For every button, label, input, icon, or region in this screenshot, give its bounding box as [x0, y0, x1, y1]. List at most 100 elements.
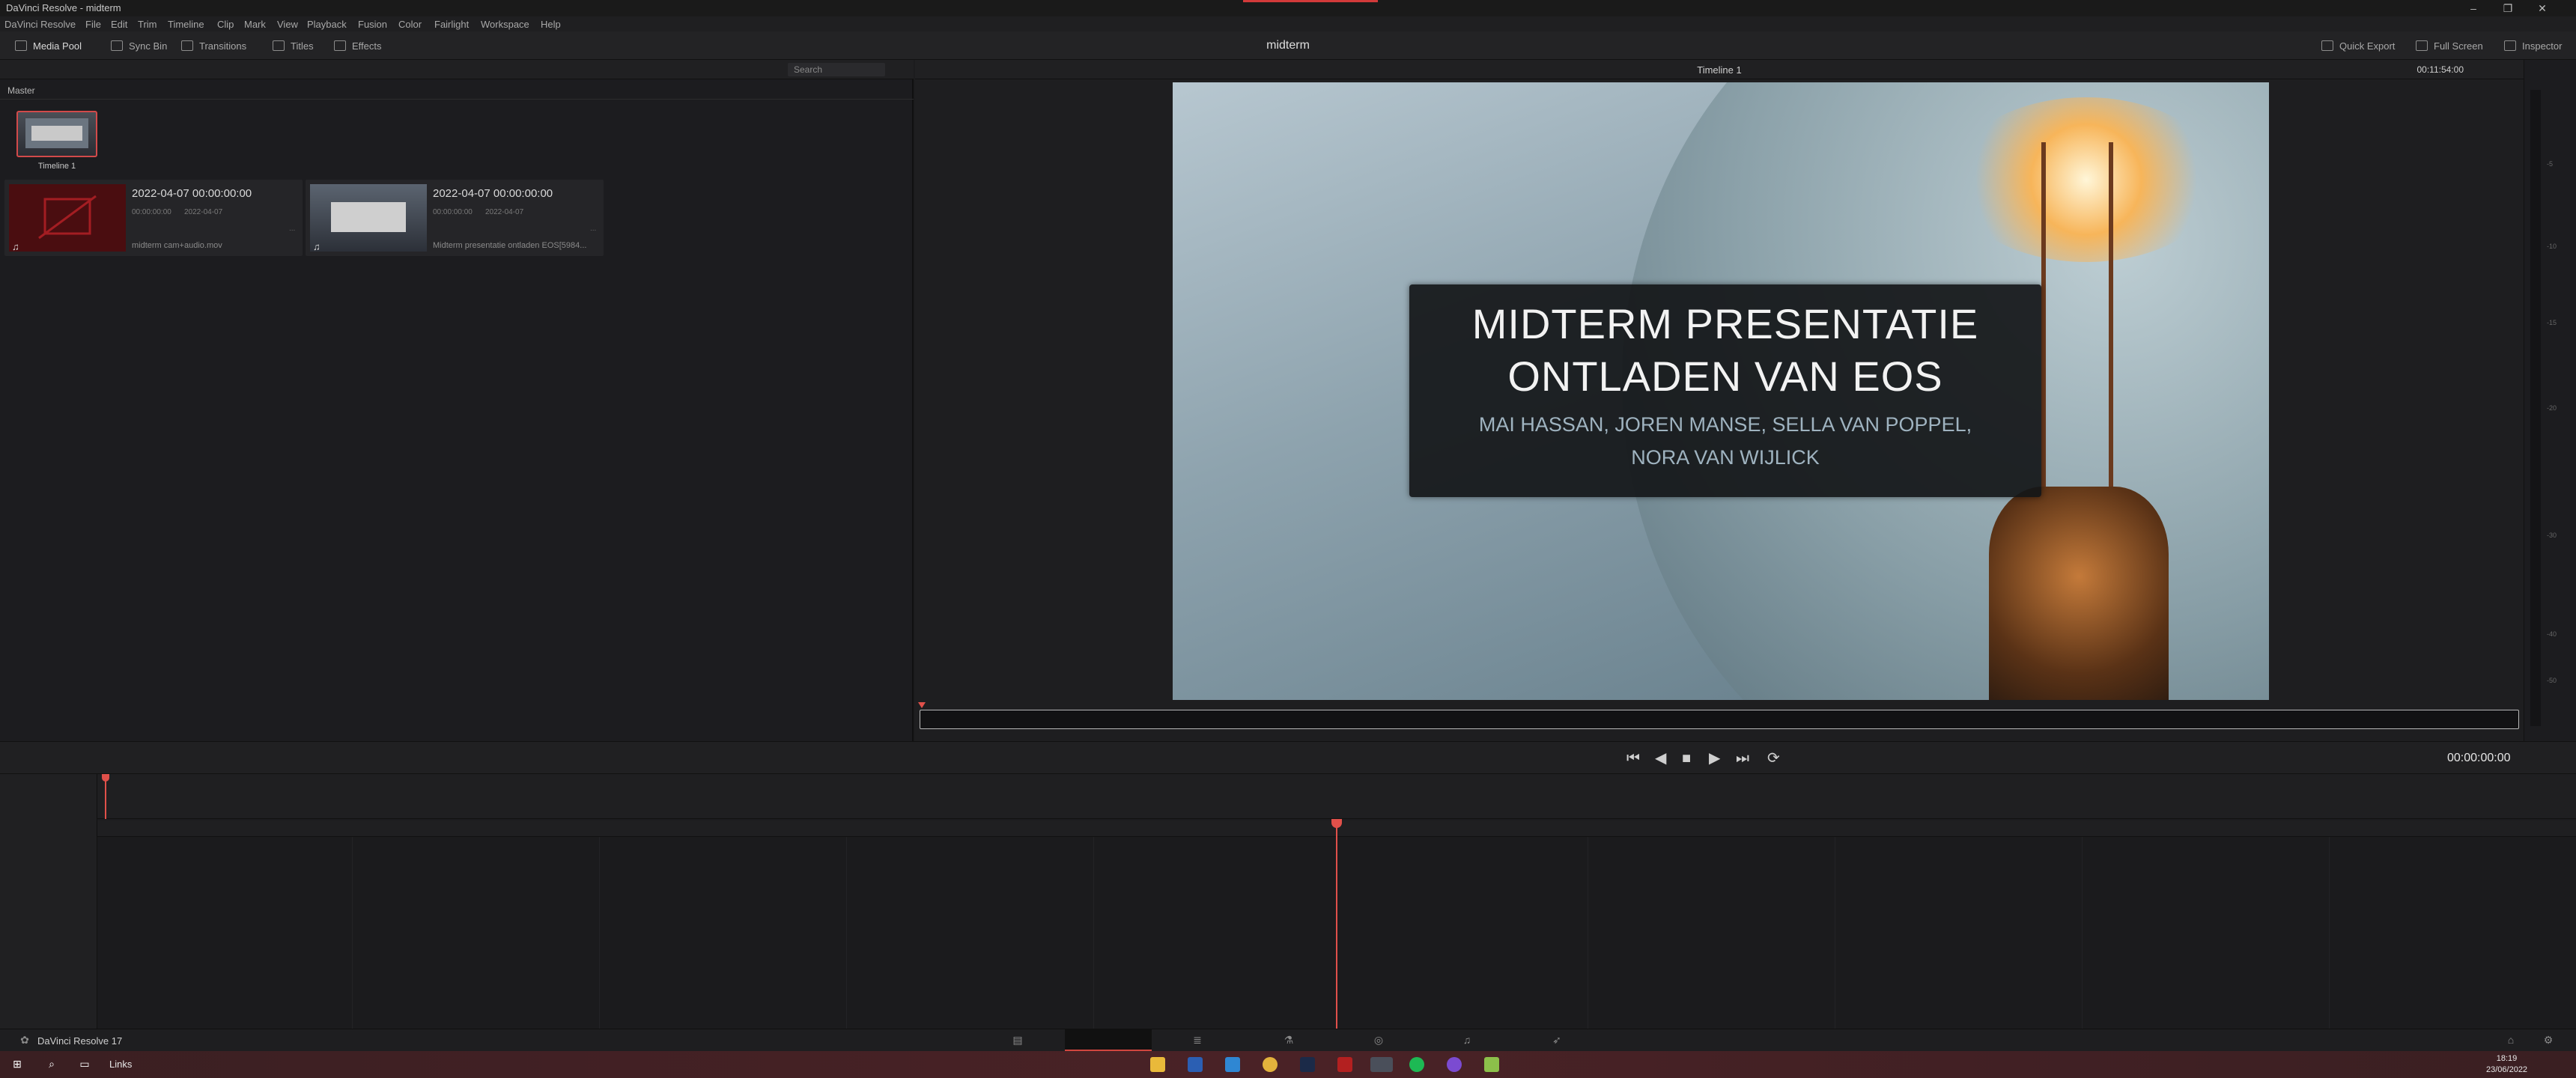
- menu-bar: DaVinci Resolve File Edit Trim Timeline …: [0, 16, 2576, 31]
- jump-start-icon[interactable]: ⏮: [1626, 751, 1640, 766]
- menu-workspace[interactable]: Workspace: [481, 19, 529, 30]
- media-pool-search-input[interactable]: Search: [788, 63, 885, 76]
- menu-file[interactable]: File: [85, 19, 101, 30]
- word-icon[interactable]: [1188, 1057, 1203, 1072]
- scrubber-playhead[interactable]: [918, 702, 926, 708]
- app-version-label: DaVinci Resolve 17: [37, 1035, 123, 1047]
- menu-clip[interactable]: Clip: [217, 19, 234, 30]
- clip-card[interactable]: ♫ 2022-04-07 00:00:00:00 00:00:00:00 202…: [4, 180, 303, 256]
- page-navigation-bar: ✿ DaVinci Resolve 17 ▤ ≣ ⚗ ◎ ♫ ➶ ⌂ ⚙: [0, 1029, 2576, 1052]
- menu-view[interactable]: View: [277, 19, 298, 30]
- audio-icon: ♫: [12, 241, 19, 252]
- play-reverse-icon[interactable]: ◀: [1655, 751, 1666, 766]
- track-gridline: [352, 837, 353, 1029]
- loop-icon[interactable]: ⟳: [1767, 751, 1780, 766]
- effects-label: Effects: [352, 40, 382, 52]
- cut-page-tab[interactable]: [1065, 1029, 1152, 1052]
- taskbar-search-text[interactable]: Links: [109, 1059, 132, 1070]
- inspector-button[interactable]: Inspector: [2504, 39, 2562, 52]
- menu-trim[interactable]: Trim: [138, 19, 157, 30]
- menu-fusion[interactable]: Fusion: [358, 19, 387, 30]
- menu-color[interactable]: Color: [398, 19, 422, 30]
- overview-playhead[interactable]: [105, 774, 106, 819]
- spotify-icon[interactable]: [1409, 1057, 1424, 1072]
- play-icon[interactable]: ▶: [1709, 751, 1720, 766]
- meter-tick: -30: [2547, 532, 2557, 539]
- menu-edit[interactable]: Edit: [111, 19, 127, 30]
- clip-date-small: 2022-04-07: [184, 208, 223, 216]
- track-gridline: [599, 837, 600, 1029]
- clip-more: ...: [590, 225, 597, 233]
- media-pool-icon: [15, 40, 27, 51]
- quick-export-button[interactable]: Quick Export: [2321, 39, 2395, 52]
- edit-page-icon[interactable]: ≣: [1191, 1035, 1204, 1045]
- transport-bar: ⏮ ◀ ■ ▶ ⏭ ⟳ 00:00:00:00: [0, 741, 2576, 774]
- transitions-button[interactable]: Transitions: [181, 39, 246, 52]
- bulb-filament: [2109, 142, 2113, 517]
- stop-icon[interactable]: ■: [1682, 751, 1691, 766]
- menu-playback[interactable]: Playback: [307, 19, 347, 30]
- meter-tick: -10: [2547, 243, 2557, 250]
- timeline-thumbnail[interactable]: [16, 111, 97, 157]
- task-view-icon[interactable]: ▭: [78, 1059, 91, 1069]
- meter-tick: -15: [2547, 319, 2557, 326]
- minimize-icon[interactable]: –: [2456, 0, 2491, 16]
- inspector-icon: [2504, 40, 2516, 51]
- media-pool-button[interactable]: Media Pool: [15, 39, 82, 52]
- clip-timecode: 00:00:00:00: [433, 208, 473, 216]
- slide-title-line2: ONTLADEN VAN EOS: [1507, 353, 1943, 400]
- mail-icon[interactable]: [1225, 1057, 1240, 1072]
- slide-subtitle-line2: NORA VAN WIJLICK: [1631, 446, 1820, 469]
- davinci-resolve-icon[interactable]: [1370, 1057, 1393, 1072]
- netflix-icon[interactable]: [1337, 1057, 1352, 1072]
- taskbar-clock[interactable]: 18:19 23/06/2022: [2486, 1053, 2527, 1076]
- clip-timecode: 00:00:00:00: [132, 208, 171, 216]
- clip-thumbnail: ♫: [310, 184, 427, 252]
- home-icon[interactable]: ⌂: [2504, 1035, 2518, 1045]
- menu-mark[interactable]: Mark: [244, 19, 266, 30]
- clip-date: 2022-04-07 00:00:00:00: [132, 187, 252, 200]
- maximize-icon[interactable]: ❐: [2491, 0, 2525, 16]
- timeline-thumbnail-label: Timeline 1: [37, 162, 76, 171]
- window-title: DaVinci Resolve - midterm: [6, 2, 121, 13]
- window-title-bar: DaVinci Resolve - midterm – ❐ ✕: [0, 0, 2576, 16]
- menu-help[interactable]: Help: [541, 19, 561, 30]
- effects-button[interactable]: Effects: [334, 39, 382, 52]
- clip-filename: Midterm presentatie ontladen EOS[5984...: [433, 241, 587, 250]
- full-screen-label: Full Screen: [2434, 40, 2483, 52]
- transport-timecode: 00:00:00:00: [2447, 752, 2511, 764]
- github-icon[interactable]: [1447, 1057, 1462, 1072]
- menu-davinci-resolve[interactable]: DaVinci Resolve: [4, 19, 76, 30]
- quick-export-icon: [2321, 40, 2333, 51]
- deliver-page-icon[interactable]: ➶: [1550, 1035, 1564, 1045]
- titles-button[interactable]: Titles: [273, 39, 314, 52]
- jump-end-icon[interactable]: ⏭: [1736, 751, 1749, 766]
- menu-fairlight[interactable]: Fairlight: [434, 19, 469, 30]
- timeline-overview-ruler[interactable]: [97, 774, 2576, 819]
- clip-card[interactable]: ♫ 2022-04-07 00:00:00:00 00:00:00:00 202…: [306, 180, 604, 256]
- video-frame[interactable]: MIDTERM PRESENTATIE ONTLADEN VAN EOS MAI…: [1173, 82, 2269, 700]
- photoshop-icon[interactable]: [1300, 1057, 1315, 1072]
- media-page-icon[interactable]: ▤: [1011, 1035, 1024, 1045]
- sync-bin-button[interactable]: Sync Bin: [111, 39, 167, 52]
- close-icon[interactable]: ✕: [2525, 0, 2560, 16]
- color-page-icon[interactable]: ◎: [1372, 1035, 1385, 1045]
- viewer-scrubber[interactable]: [920, 710, 2519, 729]
- sync-bin-icon: [111, 40, 123, 51]
- menu-timeline[interactable]: Timeline: [168, 19, 204, 30]
- sync-bin-label: Sync Bin: [129, 40, 168, 52]
- slide-subtitle-line1: MAI HASSAN, JOREN MANSE, SELLA VAN POPPE…: [1478, 413, 1972, 436]
- audio-meters: -5 -10 -15 -20 -30 -40 -50: [2524, 60, 2576, 741]
- bin-label[interactable]: Master: [7, 85, 35, 96]
- chrome-icon[interactable]: [1263, 1057, 1278, 1072]
- settings-icon[interactable]: ⚙: [2542, 1035, 2555, 1045]
- file-explorer-icon[interactable]: [1150, 1057, 1165, 1072]
- full-screen-button[interactable]: Full Screen: [2416, 39, 2483, 52]
- media-pool-label: Media Pool: [33, 40, 82, 52]
- fusion-page-icon[interactable]: ⚗: [1282, 1035, 1295, 1045]
- windows-start-icon[interactable]: ⊞: [10, 1059, 24, 1069]
- search-icon[interactable]: ⌕: [45, 1059, 58, 1069]
- timeline-playhead[interactable]: [1336, 822, 1337, 1029]
- notepad-icon[interactable]: [1484, 1057, 1499, 1072]
- fairlight-page-icon[interactable]: ♫: [1460, 1035, 1474, 1045]
